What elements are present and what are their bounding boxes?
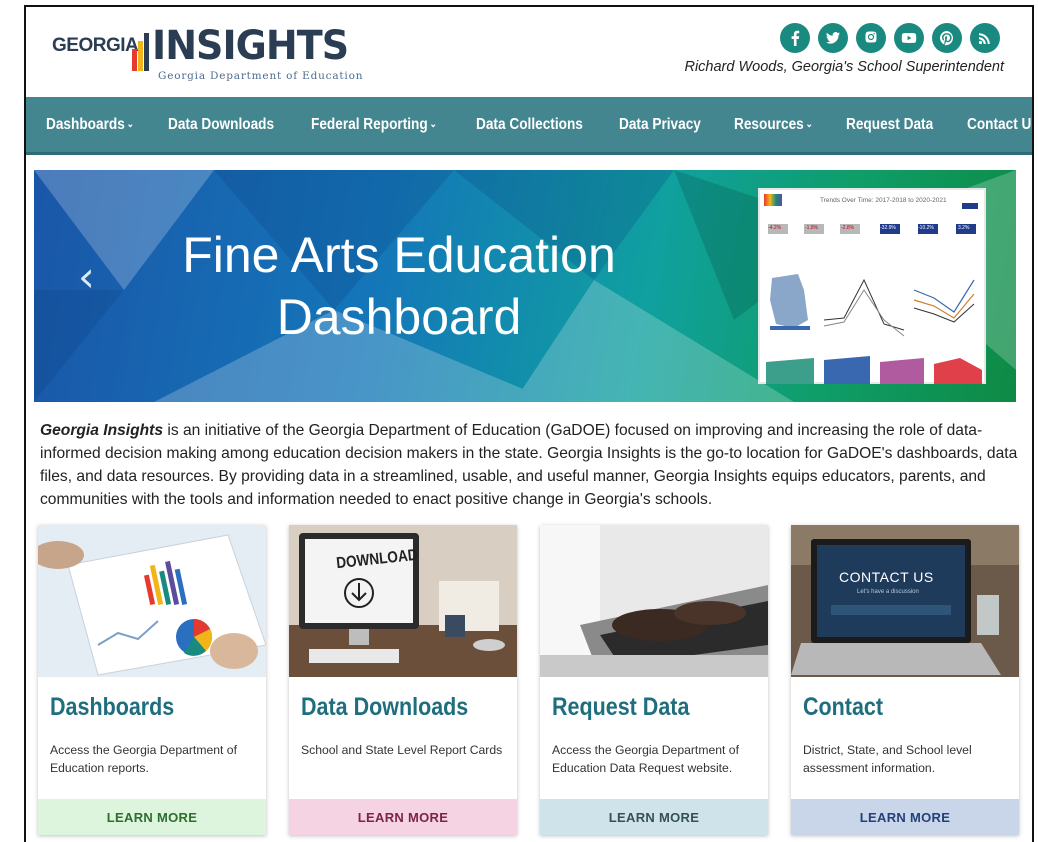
preview-kpi-value: -2.8% [841,225,855,231]
nav-item-data-collections[interactable]: Data Collections [476,116,583,134]
nav-item-request-data[interactable]: Request Data [846,116,933,134]
social-links [780,23,1000,53]
card-title[interactable]: Data Downloads [301,693,468,722]
card-data-downloads[interactable]: DOWNLOAD Data Downloads School and State… [289,525,517,835]
chevron-down-icon: ⌄ [126,119,134,130]
contact-image-text: CONTACT US [839,569,934,585]
card-title[interactable]: Request Data [552,693,689,722]
preview-kpi-value: 3.2% [958,225,970,231]
georgia-insights-logo[interactable]: GEORGIA INSIGHTS Georgia Department of E… [52,21,362,82]
logo-insights-text: INSIGHTS [152,23,349,69]
learn-more-button[interactable]: LEARN MORE [540,799,768,835]
instagram-icon[interactable] [856,23,886,53]
learn-more-button[interactable]: LEARN MORE [38,799,266,835]
preview-area-charts [766,356,982,384]
facebook-icon[interactable] [780,23,810,53]
pinterest-icon[interactable] [932,23,962,53]
arts-logo-icon [764,194,782,206]
site-header: GEORGIA INSIGHTS Georgia Department of E… [26,7,1032,97]
feature-cards: Dashboards Access the Georgia Department… [38,525,1022,842]
dashboards-card-image [38,525,266,677]
hero-title: Fine Arts Education Dashboard [182,227,616,345]
preview-charts [770,274,975,337]
contact-image-subtext: Let's have a discussion [857,589,919,595]
card-description: District, State, and School level assess… [803,743,972,775]
page-frame: GEORGIA INSIGHTS Georgia Department of E… [24,5,1034,842]
request-data-card-image [540,525,768,677]
card-title[interactable]: Dashboards [50,693,174,722]
learn-more-button[interactable]: LEARN MORE [289,799,517,835]
card-contact[interactable]: CONTACT US Let's have a discussion Conta… [791,525,1019,835]
logo-subtitle: Georgia Department of Education [158,70,364,82]
chevron-down-icon: ⌄ [429,119,437,130]
carousel-prev-arrow[interactable]: ‹ [78,252,95,301]
nav-item-dashboards[interactable]: Dashboards ⌄ [46,116,134,134]
intro-lead: Georgia Insights [40,422,164,439]
main-nav: Dashboards ⌄ Data Downloads Federal Repor… [26,97,1032,155]
card-dashboards[interactable]: Dashboards Access the Georgia Department… [38,525,266,835]
nav-item-resources[interactable]: Resources ⌄ [734,116,813,134]
logo-georgia-text: GEORGIA [52,35,139,56]
preview-kpi-value: -4.2% [768,225,782,231]
data-downloads-card-image: DOWNLOAD [289,525,517,677]
preview-kpi-value: -32.9% [880,225,896,231]
youtube-icon[interactable] [894,23,924,53]
preview-kpi-value: -10.2% [918,225,934,231]
card-description: Access the Georgia Department of Educati… [552,743,739,775]
intro-paragraph: Georgia Insights is an initiative of the… [40,419,1020,511]
card-title[interactable]: Contact [803,693,883,722]
contact-card-image: CONTACT US Let's have a discussion [791,525,1019,677]
superintendent-tagline: Richard Woods, Georgia's School Superint… [684,59,1004,75]
intro-body: is an initiative of the Georgia Departme… [40,422,1018,508]
preview-kpi-value: -1.8% [805,225,819,231]
nav-item-contact-us[interactable]: Contact Us [967,116,1032,134]
dashboard-preview-image[interactable]: Trends Over Time: 2017-2018 to 2020-2021… [758,188,986,384]
logo-bars-icon [132,33,150,71]
card-request-data[interactable]: Request Data Access the Georgia Departme… [540,525,768,835]
learn-more-button[interactable]: LEARN MORE [791,799,1019,835]
card-description: School and State Level Report Cards [301,743,503,757]
nav-item-data-privacy[interactable]: Data Privacy [619,116,701,134]
rss-icon[interactable] [970,23,1000,53]
hero-carousel[interactable]: ‹ Fine Arts Education Dashboard Trends O… [34,170,1016,402]
chevron-down-icon: ⌄ [805,119,814,130]
preview-filter-button [962,203,978,209]
twitter-icon[interactable] [818,23,848,53]
card-description: Access the Georgia Department of Educati… [50,743,237,775]
nav-item-data-downloads[interactable]: Data Downloads [168,116,274,134]
preview-title: Trends Over Time: 2017-2018 to 2020-2021 [820,197,947,204]
nav-item-federal-reporting[interactable]: Federal Reporting ⌄ [311,116,437,134]
